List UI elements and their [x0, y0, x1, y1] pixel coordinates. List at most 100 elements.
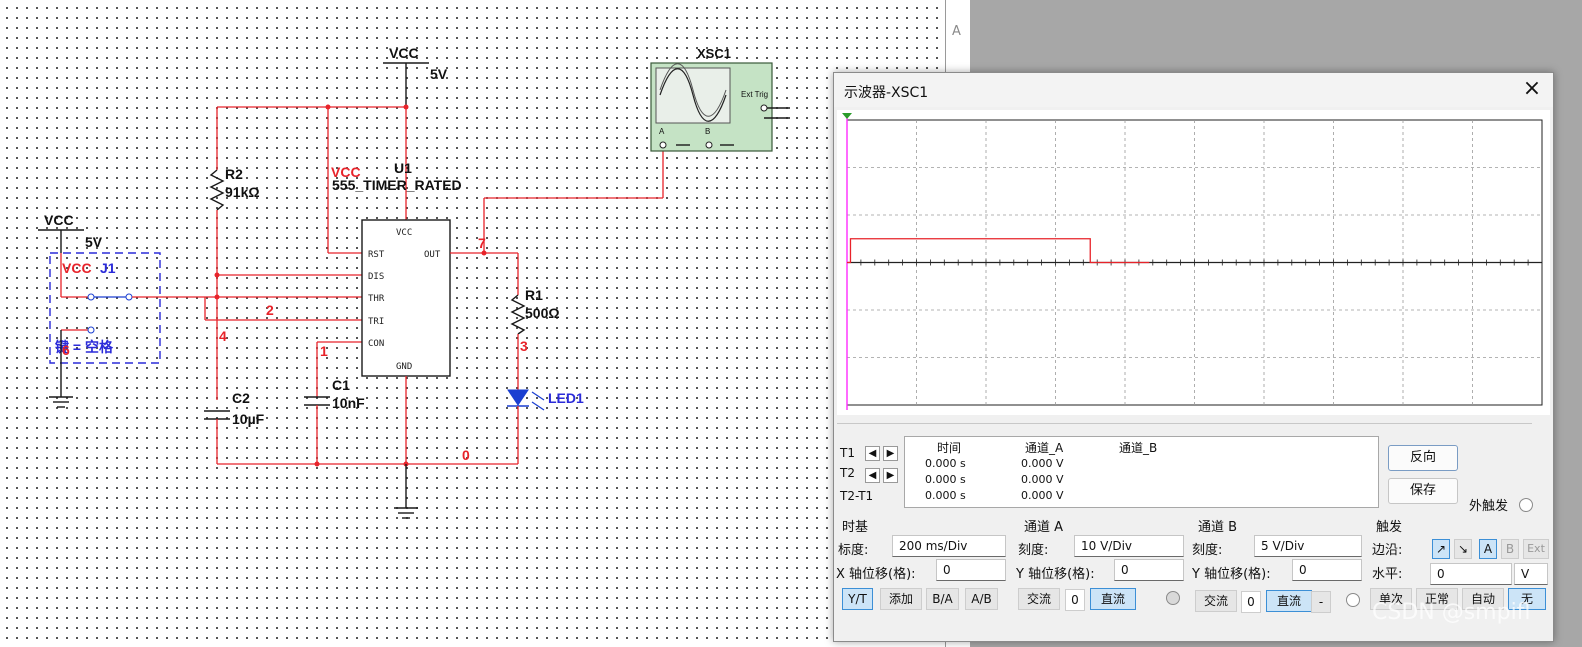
vcc-net-label-j1: VCC	[62, 260, 92, 276]
channel-b-section: 通道 B	[1198, 520, 1238, 535]
svg-text:DIS: DIS	[368, 272, 384, 282]
t2-right-arrow-icon[interactable]: ▶	[883, 468, 898, 483]
t1-left-arrow-icon[interactable]: ◀	[865, 446, 880, 461]
timebase-scale-label: 标度:	[838, 543, 869, 558]
scope-display[interactable]	[837, 110, 1550, 415]
r2-value: 91kΩ	[225, 184, 260, 200]
trigger-source-a[interactable]: A	[1479, 539, 1497, 559]
channel-b-minus-button[interactable]: -	[1311, 591, 1331, 613]
net-6: 6	[62, 342, 70, 358]
timebase-scale-field[interactable]: 200 ms/Div	[892, 535, 1006, 557]
trigger-source-b[interactable]: B	[1501, 539, 1519, 559]
save-button[interactable]: 保存	[1388, 478, 1458, 504]
channel-a-scale-label: 刻度:	[1018, 543, 1049, 558]
ba-button[interactable]: B/A	[926, 588, 959, 610]
c2-value: 10µF	[232, 411, 265, 427]
svg-text:OUT: OUT	[424, 250, 441, 260]
timebase-xpos-field[interactable]: 0	[936, 559, 1006, 581]
cursor-label-t2: T2	[840, 466, 855, 480]
c1-value: 10nF	[332, 395, 365, 411]
t1-channel-a: 0.000 V	[1021, 457, 1064, 470]
net-4: 4	[219, 328, 227, 344]
channel-b-radio[interactable]	[1346, 593, 1360, 607]
svg-text:RST: RST	[368, 250, 385, 260]
trigger-level-field[interactable]: 0	[1430, 563, 1512, 585]
t2-left-arrow-icon[interactable]: ◀	[865, 468, 880, 483]
r1-resistor	[510, 294, 526, 335]
vcc-left-value: 5V	[85, 234, 103, 250]
csdn-watermark: CSDN @smpifl	[1372, 600, 1531, 625]
channel-a-radio[interactable]	[1166, 591, 1180, 605]
cursor-label-delta: T2-T1	[840, 489, 874, 503]
channel-b-zero-button[interactable]: 0	[1241, 591, 1261, 613]
svg-text:CON: CON	[368, 339, 384, 349]
oscilloscope-window[interactable]: 示波器-XSC1 × T1 ◀ ▶ T2 ◀ ▶ T2-T1 时间 通道_A 通…	[833, 72, 1554, 642]
channel-a-dc-button[interactable]: 直流	[1090, 588, 1136, 610]
trigger-section: 触发	[1376, 520, 1403, 535]
channel-b-dc-button[interactable]: 直流	[1266, 590, 1312, 612]
t2-channel-a: 0.000 V	[1021, 473, 1064, 486]
ext-trigger-label: 外触发	[1469, 499, 1509, 514]
yt-button[interactable]: Y/T	[842, 588, 873, 610]
cursor-readout-table: 时间 通道_A 通道_B 0.000 s 0.000 V 0.000 s 0.0…	[904, 436, 1379, 508]
ext-trigger-radio[interactable]	[1519, 498, 1533, 512]
channel-a-ypos-field[interactable]: 0	[1114, 559, 1184, 581]
r2-ref: R2	[225, 166, 243, 182]
vcc-left-label: VCC	[44, 212, 74, 228]
r1-value: 500Ω	[525, 305, 560, 321]
ab-button[interactable]: A/B	[965, 588, 998, 610]
header-time: 时间	[937, 441, 962, 455]
channel-b-ac-button[interactable]: 交流	[1195, 590, 1237, 612]
timebase-section: 时基	[842, 520, 869, 535]
trigger-level-label: 水平:	[1372, 567, 1403, 582]
channel-b-ypos-label: Y 轴位移(格):	[1192, 567, 1271, 582]
reverse-button[interactable]: 反向	[1388, 445, 1458, 471]
net-1: 1	[320, 343, 328, 359]
svg-text:TRI: TRI	[368, 317, 384, 327]
delta-time: 0.000 s	[925, 489, 966, 502]
u1-model: 555_TIMER_RATED	[332, 177, 462, 193]
channel-a-scale-field[interactable]: 10 V/Div	[1074, 535, 1184, 557]
channel-b-ypos-field[interactable]: 0	[1292, 559, 1362, 581]
border-letter-a: A	[952, 24, 961, 39]
channel-a-section: 通道 A	[1024, 520, 1064, 535]
close-icon[interactable]: ×	[1521, 78, 1543, 101]
timebase-xpos-label: X 轴位移(格):	[836, 567, 916, 582]
c1-ref: C1	[332, 377, 350, 393]
j1-label: J1	[100, 260, 116, 276]
svg-text:THR: THR	[368, 294, 385, 304]
r2-resistor	[209, 169, 225, 211]
svg-text:A: A	[659, 127, 665, 136]
xsc-ref: XSC1	[697, 46, 731, 61]
svg-text:VCC: VCC	[396, 228, 412, 238]
vcc-top-label: VCC	[389, 45, 419, 61]
svg-text:B: B	[705, 127, 710, 136]
window-titlebar[interactable]: 示波器-XSC1 ×	[834, 73, 1553, 107]
t1-right-arrow-icon[interactable]: ▶	[883, 446, 898, 461]
add-button[interactable]: 添加	[880, 588, 922, 610]
channel-b-scale-label: 刻度:	[1192, 543, 1223, 558]
svg-text:Ext Trig: Ext Trig	[741, 90, 768, 99]
u1-ref: U1	[394, 160, 412, 176]
trigger-source-ext[interactable]: Ext	[1523, 539, 1549, 559]
t2-time: 0.000 s	[925, 473, 966, 486]
net-0: 0	[462, 447, 470, 463]
channel-b-scale-field[interactable]: 5 V/Div	[1254, 535, 1362, 557]
header-channel-a: 通道_A	[1025, 441, 1064, 455]
r1-ref: R1	[525, 287, 543, 303]
channel-a-ac-button[interactable]: 交流	[1018, 588, 1060, 610]
net-3: 3	[520, 338, 528, 354]
header-channel-b: 通道_B	[1119, 441, 1158, 455]
falling-edge-icon[interactable]: ↘	[1454, 539, 1472, 559]
t1-time: 0.000 s	[925, 457, 966, 470]
rising-edge-icon[interactable]: ↗	[1432, 539, 1450, 559]
schematic-drawing: VCC 5V VCC R2 91kΩ 2 4 C2 10µF 1 C1 10nF…	[38, 45, 790, 519]
trigger-level-unit[interactable]: V	[1514, 563, 1548, 585]
c2-ref: C2	[232, 390, 250, 406]
trigger-edge-label: 边沿:	[1372, 543, 1403, 558]
readout-separator	[837, 423, 1532, 424]
led-symbol	[507, 389, 529, 406]
net-2: 2	[266, 302, 274, 318]
channel-a-zero-button[interactable]: 0	[1065, 589, 1085, 611]
delta-channel-a: 0.000 V	[1021, 489, 1064, 502]
